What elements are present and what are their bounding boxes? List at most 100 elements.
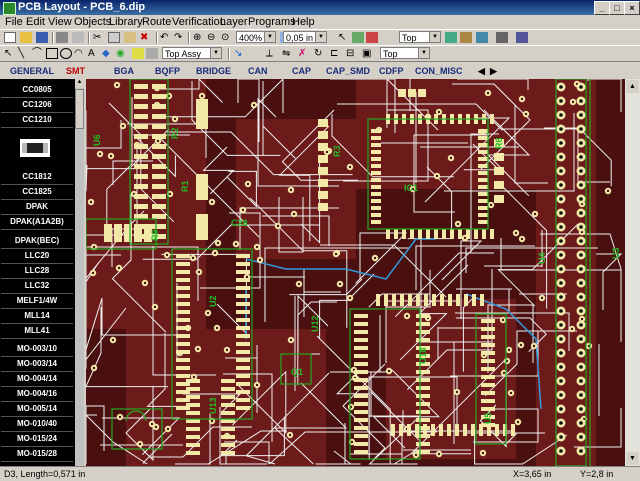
lib-item[interactable]: MO-004/14	[1, 372, 73, 387]
lib-item[interactable]: MO-015/24	[1, 432, 73, 447]
lib-item[interactable]: LLC28	[1, 264, 73, 279]
properties-icon[interactable]	[496, 32, 508, 43]
layer-combo-main[interactable]: Top ▼	[399, 31, 441, 43]
assembly-layer-combo[interactable]: Top Assy ▼	[162, 47, 222, 59]
tab-scroll-left-icon[interactable]: ◀	[478, 66, 485, 77]
delete-icon[interactable]: ✖	[140, 32, 152, 43]
tab-smt[interactable]: SMT	[66, 66, 85, 76]
menu-help[interactable]: Help	[292, 16, 315, 28]
lib-item[interactable]: DPAK(BEC)	[1, 234, 73, 249]
layers-icon[interactable]	[445, 32, 457, 43]
lib-item[interactable]: CC1812	[1, 170, 73, 185]
pcb-board-drawing[interactable]: U6 R2 IC1 C28 R9 U12 U18 U3 R6 U2 R1 R3 …	[86, 79, 625, 466]
scroll-down-icon[interactable]: ▼	[626, 452, 639, 465]
paste-icon[interactable]	[124, 32, 136, 43]
grid-combo[interactable]: 0,05 in ▼	[283, 31, 327, 43]
lib-item[interactable]: DPAK	[1, 200, 73, 215]
lib-item[interactable]: CC1206	[1, 98, 73, 113]
netlist-icon[interactable]	[476, 32, 488, 43]
menu-file[interactable]: File	[5, 16, 23, 28]
component-icon[interactable]: ◉	[116, 48, 128, 59]
lib-item[interactable]: CC1825	[1, 185, 73, 200]
layer-combo-draw[interactable]: Top ▼	[380, 47, 430, 59]
tab-cdfp[interactable]: CDFP	[379, 66, 404, 76]
preview-icon[interactable]	[72, 32, 84, 43]
new-icon[interactable]	[4, 32, 16, 43]
tab-cap-smd[interactable]: CAP_SMD	[326, 66, 370, 76]
tab-bridge[interactable]: BRIDGE	[196, 66, 231, 76]
circle-icon[interactable]	[60, 48, 72, 59]
mirror-icon[interactable]: ⇋	[282, 48, 294, 59]
lib-item[interactable]: MLL41	[1, 324, 73, 339]
menu-view[interactable]: View	[48, 16, 72, 28]
canvas-vertical-scrollbar[interactable]: ▲ ▼	[625, 79, 640, 466]
tab-cap[interactable]: CAP	[292, 66, 311, 76]
minimize-button[interactable]: _	[594, 1, 610, 15]
text-icon[interactable]: A	[88, 48, 100, 59]
library-scrollbar[interactable]: ▲	[75, 79, 84, 466]
line-icon[interactable]: ╲	[18, 48, 30, 59]
pcb-canvas[interactable]: U6 R2 IC1 C28 R9 U12 U18 U3 R6 U2 R1 R3 …	[86, 79, 625, 466]
tab-bga[interactable]: BGA	[114, 66, 134, 76]
pad-icon[interactable]: ◆	[102, 48, 114, 59]
zoom-fit-icon[interactable]: ⊙	[221, 32, 233, 43]
rotate-icon[interactable]: ↻	[314, 48, 326, 59]
copper-icon[interactable]: ⊟	[346, 48, 358, 59]
tab-can[interactable]: CAN	[248, 66, 268, 76]
save-icon[interactable]	[36, 32, 48, 43]
tab-scroll-right-icon[interactable]: ▶	[490, 66, 497, 77]
fill-icon[interactable]	[132, 48, 144, 59]
copy-icon[interactable]	[108, 32, 120, 43]
tab-general[interactable]: GENERAL	[10, 66, 54, 76]
rectangle-icon[interactable]	[46, 48, 58, 59]
lib-item[interactable]: MO-004/16	[1, 387, 73, 402]
arc-icon[interactable]: ◠	[74, 48, 86, 59]
polyline-icon[interactable]: ⌒	[32, 48, 44, 59]
select-arrow-icon[interactable]: ↖	[338, 32, 350, 43]
lib-item[interactable]: DPAK(A1A2B)	[1, 215, 73, 230]
drc-icon[interactable]	[460, 32, 472, 43]
lib-item[interactable]: MO-003/10	[1, 342, 73, 357]
lib-item[interactable]: CC1210	[1, 113, 73, 128]
menu-objects[interactable]: Objects	[74, 16, 111, 28]
measure-icon[interactable]: ⟂	[266, 48, 278, 59]
tab-bqfp[interactable]: BQFP	[155, 66, 180, 76]
lib-item[interactable]: CC0805	[1, 83, 73, 98]
lib-item[interactable]: LLC20	[1, 249, 73, 264]
redo-icon[interactable]: ↷	[174, 32, 186, 43]
open-icon[interactable]	[20, 32, 32, 43]
lib-item[interactable]: MO-010/40	[1, 417, 73, 432]
via-icon[interactable]	[366, 32, 378, 43]
menu-route[interactable]: Route	[142, 16, 171, 28]
route-manual-icon[interactable]: ↘	[234, 48, 246, 59]
menu-programs[interactable]: Programs	[248, 16, 296, 28]
pointer-icon[interactable]: ↖	[4, 48, 16, 59]
route-icon[interactable]	[352, 32, 364, 43]
cut-icon[interactable]: ✂	[93, 32, 105, 43]
lib-item[interactable]: LLC32	[1, 279, 73, 294]
route-arc-icon[interactable]	[250, 48, 262, 59]
tab-con-misc[interactable]: CON_MISC	[415, 66, 463, 76]
zoom-out-icon[interactable]: ⊖	[207, 32, 219, 43]
undo-icon[interactable]: ↶	[160, 32, 172, 43]
menu-layer[interactable]: Layer	[220, 16, 248, 28]
menu-edit[interactable]: Edit	[26, 16, 45, 28]
zoom-in-icon[interactable]: ⊕	[193, 32, 205, 43]
flip-icon[interactable]: ✗	[298, 48, 310, 59]
lib-item[interactable]: MELF1/4W	[1, 294, 73, 309]
lib-item[interactable]: MO-015/28	[1, 447, 73, 462]
lib-item[interactable]: MO-003/14	[1, 357, 73, 372]
table-icon[interactable]	[516, 32, 528, 43]
lib-item[interactable]: MLL14	[1, 309, 73, 324]
image-icon[interactable]	[146, 48, 158, 59]
scroll-thumb[interactable]	[75, 89, 84, 129]
scroll-up-icon[interactable]: ▲	[75, 79, 84, 88]
menu-library[interactable]: Library	[109, 16, 143, 28]
lib-item[interactable]: MO-005/14	[1, 402, 73, 417]
menu-verification[interactable]: Verification	[172, 16, 226, 28]
close-button[interactable]: ×	[624, 1, 640, 15]
snap-icon[interactable]: ▣	[362, 48, 374, 59]
align-icon[interactable]: ⊏	[330, 48, 342, 59]
zoom-combo[interactable]: 400% ▼	[236, 31, 276, 43]
scroll-up-icon[interactable]: ▲	[626, 80, 639, 93]
